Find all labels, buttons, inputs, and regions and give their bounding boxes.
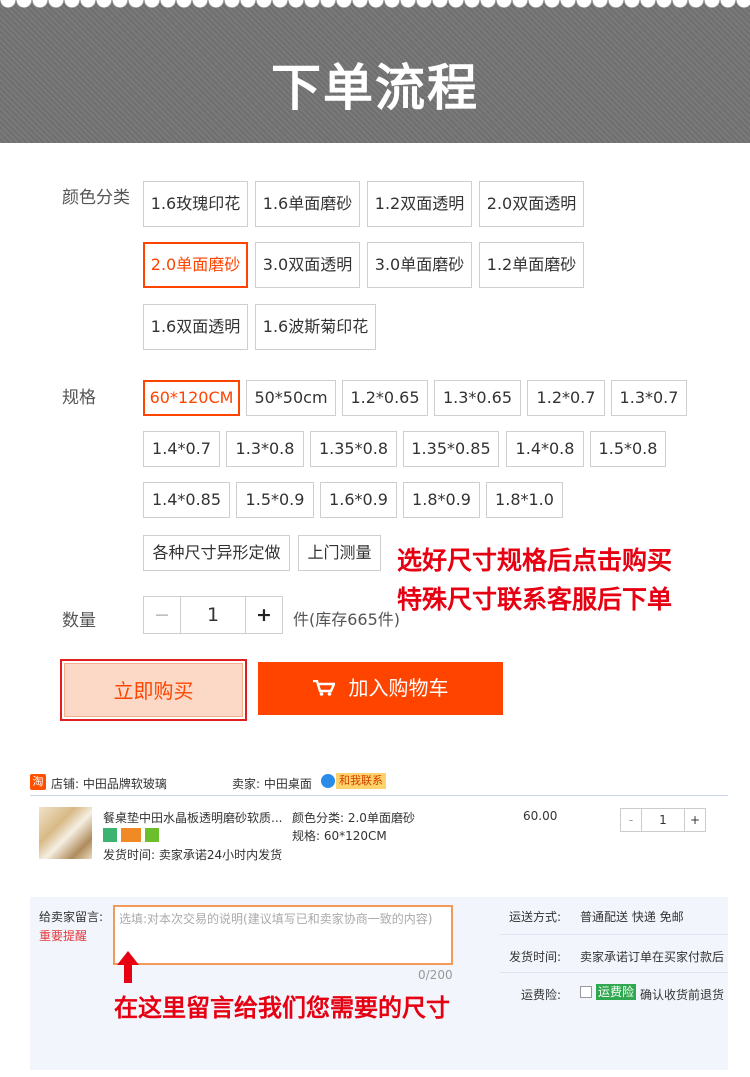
chat-icon[interactable] bbox=[321, 774, 335, 788]
color-option[interactable]: 1.6单面磨砂 bbox=[255, 181, 360, 227]
size-option[interactable]: 1.3*0.8 bbox=[226, 431, 304, 467]
insurance-text: 确认收货前退货 bbox=[640, 988, 725, 1002]
divider bbox=[500, 972, 728, 973]
size-option[interactable]: 1.5*0.8 bbox=[590, 431, 666, 467]
add-to-cart-button[interactable]: 加入购物车 bbox=[258, 662, 503, 715]
banner-title: 下单流程 bbox=[271, 59, 479, 117]
instruction-note-1: 选好尺寸规格后点击购买 bbox=[397, 546, 673, 575]
item-price: 60.00 bbox=[523, 809, 558, 823]
insurance-badge: 运费险 bbox=[596, 984, 637, 1000]
order-qty-input[interactable]: 1 bbox=[641, 808, 685, 832]
message-char-counter: 0/200 bbox=[418, 968, 453, 982]
banner-scalloped-edge bbox=[0, 0, 750, 16]
color-option[interactable]: 1.6波斯菊印花 bbox=[255, 304, 376, 350]
divider bbox=[500, 934, 728, 935]
stock-info: 件(库存665件) bbox=[293, 610, 401, 629]
order-item: 餐桌垫中田水晶板透明磨砂软质... 发货时间: 卖家承诺24小时内发货 颜色分类… bbox=[30, 797, 728, 897]
size-option[interactable]: 1.5*0.9 bbox=[236, 482, 314, 518]
quantity-plus-button[interactable]: + bbox=[245, 596, 283, 634]
color-option-selected[interactable]: 2.0单面磨砂 bbox=[143, 242, 248, 288]
order-qty-minus-button[interactable]: - bbox=[620, 808, 642, 832]
service-badge-card-icon bbox=[121, 828, 141, 842]
color-option[interactable]: 2.0双面透明 bbox=[479, 181, 584, 227]
buy-now-highlight-frame: 立即购买 bbox=[60, 659, 247, 721]
product-thumbnail[interactable] bbox=[39, 807, 92, 859]
size-option[interactable]: 1.35*0.85 bbox=[403, 431, 499, 467]
color-option[interactable]: 3.0单面磨砂 bbox=[367, 242, 472, 288]
color-option[interactable]: 1.2双面透明 bbox=[367, 181, 472, 227]
size-option-measure[interactable]: 上门测量 bbox=[298, 535, 381, 571]
ship-method-label: 运送方式: bbox=[509, 910, 562, 924]
important-reminder-link[interactable]: 重要提醒 bbox=[39, 927, 87, 944]
quantity-label: 数量 bbox=[62, 611, 96, 631]
item-size-attr: 规格: 60*120CM bbox=[292, 829, 387, 843]
size-option[interactable]: 1.4*0.85 bbox=[143, 482, 230, 518]
color-option[interactable]: 1.6玫瑰印花 bbox=[143, 181, 248, 227]
shop-bar: 淘 店铺: 中田品牌软玻璃 卖家: 中田桌面 和我联系 bbox=[30, 770, 728, 796]
size-option[interactable]: 50*50cm bbox=[246, 380, 336, 416]
ship-time: 发货时间: 卖家承诺24小时内发货 bbox=[103, 848, 283, 862]
size-option[interactable]: 1.4*0.7 bbox=[143, 431, 220, 467]
color-option[interactable]: 3.0双面透明 bbox=[255, 242, 360, 288]
size-option[interactable]: 1.3*0.7 bbox=[611, 380, 687, 416]
color-option[interactable]: 1.2单面磨砂 bbox=[479, 242, 584, 288]
size-option[interactable]: 1.8*0.9 bbox=[403, 482, 480, 518]
quantity-minus-button[interactable]: − bbox=[143, 596, 181, 634]
contact-seller-link[interactable]: 和我联系 bbox=[336, 773, 386, 789]
size-option[interactable]: 1.8*1.0 bbox=[486, 482, 563, 518]
seller-message-input[interactable]: 选填:对本次交易的说明(建议填写已和卖家协商一致的内容) bbox=[113, 905, 453, 965]
item-title[interactable]: 餐桌垫中田水晶板透明磨砂软质... bbox=[103, 809, 288, 826]
size-option[interactable]: 1.6*0.9 bbox=[320, 482, 397, 518]
insurance-checkbox[interactable] bbox=[580, 986, 592, 998]
color-option[interactable]: 1.6双面透明 bbox=[143, 304, 248, 350]
arrow-up-icon bbox=[117, 951, 139, 983]
seller-name[interactable]: 卖家: 中田桌面 bbox=[232, 775, 312, 792]
ship-method-value[interactable]: 普通配送 快递 免邮 bbox=[580, 908, 684, 925]
service-badge-guarantee-icon bbox=[145, 828, 159, 842]
item-color-attr: 颜色分类: 2.0单面磨砂 bbox=[292, 811, 415, 825]
size-option-custom[interactable]: 各种尺寸异形定做 bbox=[143, 535, 290, 571]
cart-icon bbox=[312, 680, 335, 696]
size-option[interactable]: 1.2*0.65 bbox=[342, 380, 428, 416]
instruction-note-2: 特殊尺寸联系客服后下单 bbox=[397, 585, 673, 614]
size-option[interactable]: 1.4*0.8 bbox=[506, 431, 584, 467]
size-option[interactable]: 1.35*0.8 bbox=[310, 431, 397, 467]
taobao-icon: 淘 bbox=[30, 774, 46, 790]
add-to-cart-label: 加入购物车 bbox=[348, 676, 449, 700]
size-label: 规格 bbox=[62, 388, 96, 408]
annotation-text: 在这里留言给我们您需要的尺寸 bbox=[114, 994, 450, 1022]
deliver-time-value: 卖家承诺订单在买家付款后 bbox=[580, 950, 725, 964]
buy-now-button[interactable]: 立即购买 bbox=[64, 663, 243, 717]
size-option-selected[interactable]: 60*120CM bbox=[143, 380, 240, 416]
deliver-time-label: 发货时间: bbox=[509, 950, 562, 964]
message-label: 给卖家留言: bbox=[39, 910, 104, 924]
size-option[interactable]: 1.2*0.7 bbox=[527, 380, 605, 416]
header-banner: 下单流程 bbox=[0, 0, 750, 143]
color-label: 颜色分类 bbox=[62, 188, 130, 208]
service-badge-7day-icon bbox=[103, 828, 117, 842]
size-option[interactable]: 1.3*0.65 bbox=[434, 380, 521, 416]
order-screenshot: 淘 店铺: 中田品牌软玻璃 卖家: 中田桌面 和我联系 餐桌垫中田水晶板透明磨砂… bbox=[30, 770, 728, 1070]
shop-name[interactable]: 店铺: 中田品牌软玻璃 bbox=[51, 775, 167, 792]
quantity-input[interactable]: 1 bbox=[180, 596, 246, 634]
order-qty-plus-button[interactable]: + bbox=[684, 808, 706, 832]
insurance-label: 运费险: bbox=[521, 988, 562, 1002]
